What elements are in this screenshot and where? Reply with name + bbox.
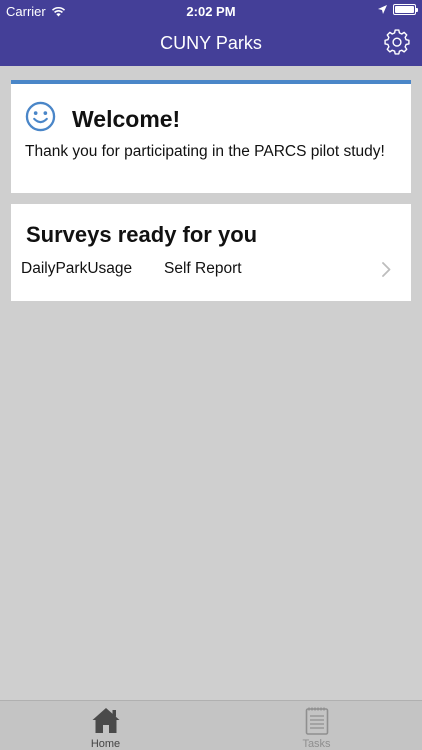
app-screen: Carrier 2:02 PM CUNY Parks Welcome! Than… [0, 0, 422, 750]
chevron-right-icon [382, 262, 391, 277]
location-arrow-icon [378, 5, 387, 14]
welcome-card: Welcome! Thank you for participating in … [11, 80, 411, 193]
welcome-title: Welcome! [72, 106, 181, 132]
tab-tasks-label: Tasks [302, 738, 331, 750]
gear-icon[interactable] [384, 29, 410, 55]
status-bar: Carrier 2:02 PM [0, 0, 422, 22]
status-time: 2:02 PM [186, 4, 236, 19]
tab-tasks[interactable]: Tasks [211, 701, 422, 750]
battery-icon [393, 4, 418, 15]
survey-row[interactable]: DailyParkUsage Self Report [11, 254, 411, 284]
page-title: CUNY Parks [160, 33, 262, 53]
surveys-card: Surveys ready for you DailyParkUsage Sel… [11, 204, 411, 301]
battery-fill [395, 6, 414, 13]
home-icon [92, 708, 120, 733]
welcome-message: Thank you for participating in the PARCS… [25, 143, 385, 160]
survey-type: Self Report [164, 260, 242, 277]
tab-home[interactable]: Home [0, 701, 211, 750]
survey-name: DailyParkUsage [21, 260, 133, 277]
tasks-icon [305, 707, 329, 735]
tab-bar: Home Tasks [0, 700, 422, 750]
smiley-icon [25, 101, 56, 132]
header: Carrier 2:02 PM CUNY Parks [0, 0, 422, 66]
tab-home-label: Home [90, 738, 121, 750]
surveys-title: Surveys ready for you [26, 222, 258, 247]
status-right [378, 4, 418, 15]
